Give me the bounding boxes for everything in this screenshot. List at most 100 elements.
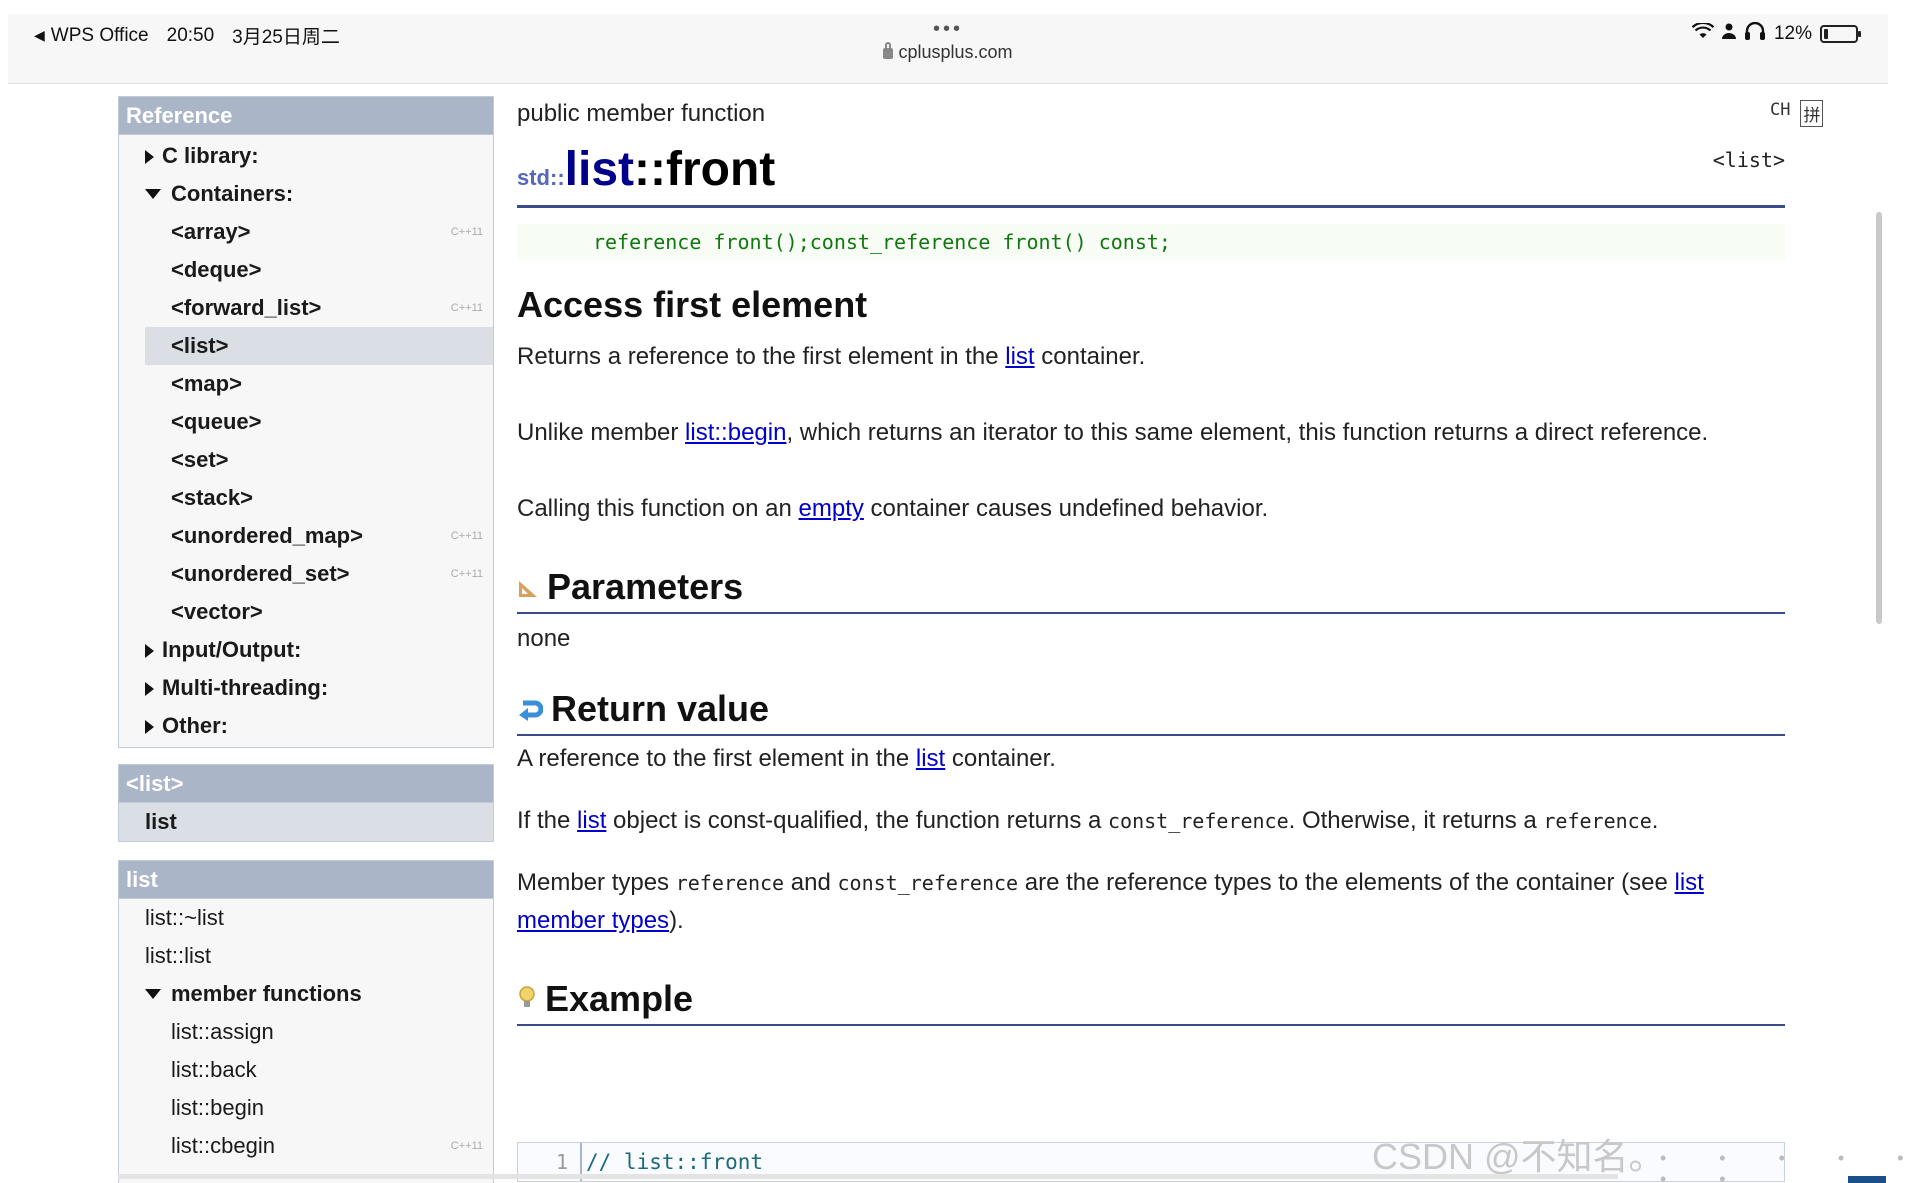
sidebar-item-multi-threading[interactable]: Multi-threading: xyxy=(119,669,493,707)
sidebar-item-set[interactable]: <set> xyxy=(119,441,493,479)
url-text[interactable]: cplusplus.com xyxy=(898,42,1012,62)
text: Returns a reference to the first element… xyxy=(517,343,1006,370)
member-kind: public member function xyxy=(517,100,766,127)
text: object is const-qualified, the function … xyxy=(606,807,1108,834)
member-item-constructor[interactable]: list::list xyxy=(119,937,493,975)
sidebar-item-label: <vector> xyxy=(171,599,263,624)
sidebar-item-array[interactable]: <array> C++11 xyxy=(119,213,493,251)
text: container. xyxy=(945,745,1056,772)
sidebar-item-label: <queue> xyxy=(171,409,262,434)
person-icon xyxy=(1721,23,1736,45)
ime-toolbar: CH 拼 xyxy=(1770,100,1824,127)
sidebar-item-other[interactable]: Other: xyxy=(119,707,493,745)
text: . Otherwise, it returns a xyxy=(1288,807,1544,834)
return-value-title: Return value xyxy=(551,688,770,729)
list-link[interactable]: list xyxy=(1005,343,1034,370)
parameters-text: none xyxy=(517,625,571,652)
cpp11-badge: C++11 xyxy=(450,1140,483,1152)
ime-pinyin-button[interactable]: 拼 xyxy=(1800,100,1824,127)
code-const-reference: const_reference xyxy=(1108,809,1289,833)
namespace-prefix[interactable]: std:: xyxy=(517,165,565,191)
url-bar[interactable]: cplusplus.com xyxy=(8,42,1888,63)
reference-heading[interactable]: Reference xyxy=(119,97,493,135)
scrollbar[interactable] xyxy=(1876,212,1882,624)
header-panel-heading[interactable]: <list> xyxy=(119,765,493,803)
collapse-triangle-icon[interactable] xyxy=(145,189,161,199)
sidebar-item-queue[interactable]: <queue> xyxy=(119,403,493,441)
list-link[interactable]: list xyxy=(577,807,606,834)
sidebar-item-label: Other: xyxy=(162,713,228,738)
header-panel-item-list[interactable]: list xyxy=(119,803,493,841)
description-title: Access first element xyxy=(517,284,868,325)
more-dots-icon[interactable]: ••• xyxy=(8,18,1888,40)
page-title: std:: list ::front xyxy=(517,142,1785,197)
sidebar-item-map[interactable]: <map> xyxy=(119,365,493,403)
list-link[interactable]: list xyxy=(916,745,945,772)
bottom-scroll-strip xyxy=(118,1174,1618,1179)
text: ). xyxy=(669,907,684,934)
sidebar-item-label: <map> xyxy=(171,371,242,396)
description-p1: Returns a reference to the first element… xyxy=(517,338,1785,376)
text: are the reference types to the elements … xyxy=(1018,869,1675,896)
member-group-functions[interactable]: member functions xyxy=(119,975,493,1013)
sidebar-item-label: C library: xyxy=(162,143,259,168)
expand-triangle-icon[interactable] xyxy=(145,644,154,658)
sidebar-item-label: <unordered_map> xyxy=(171,523,363,548)
lock-icon xyxy=(883,42,894,59)
text: container causes undefined behavior. xyxy=(863,495,1269,522)
list-begin-link[interactable]: list::begin xyxy=(685,419,786,446)
function-name: ::front xyxy=(634,143,776,196)
sidebar-item-label: <list> xyxy=(171,333,229,358)
sidebar-item-stack[interactable]: <stack> xyxy=(119,479,493,517)
class-name-link[interactable]: list xyxy=(565,142,634,197)
header-panel: <list> list xyxy=(118,764,494,842)
reference-panel: Reference C library: Containers: <array>… xyxy=(118,96,494,748)
sidebar-item-label: Containers: xyxy=(171,181,294,206)
address-area: ••• cplusplus.com xyxy=(8,18,1888,63)
member-item-label: list::begin xyxy=(171,1095,264,1120)
sidebar-item-unordered-set[interactable]: <unordered_set> C++11 xyxy=(119,555,493,593)
member-item-label: list::~list xyxy=(145,905,224,930)
sidebar-item-label: Multi-threading: xyxy=(162,675,329,700)
sidebar-item-containers[interactable]: Containers: xyxy=(119,175,493,213)
sidebar-item-vector[interactable]: <vector> xyxy=(119,593,493,631)
wifi-icon xyxy=(1691,21,1715,45)
member-item-begin[interactable]: list::begin xyxy=(119,1089,493,1127)
expand-triangle-icon[interactable] xyxy=(145,150,154,164)
sidebar-item-input-output[interactable]: Input/Output: xyxy=(119,631,493,669)
ime-ch-button[interactable]: CH xyxy=(1770,100,1790,127)
sidebar-item-forward-list[interactable]: <forward_list> C++11 xyxy=(119,289,493,327)
prototype-box: reference front();const_reference front(… xyxy=(517,224,1785,260)
expand-triangle-icon[interactable] xyxy=(145,682,154,696)
member-item-back[interactable]: list::back xyxy=(119,1051,493,1089)
sidebar-item-label: <forward_list> xyxy=(171,295,322,320)
sidebar-item-c-library[interactable]: C library: xyxy=(119,137,493,175)
text: . xyxy=(1651,807,1659,834)
empty-link[interactable]: empty xyxy=(799,495,864,522)
sidebar-item-deque[interactable]: <deque> xyxy=(119,251,493,289)
headphones-icon xyxy=(1744,21,1766,46)
code-reference: reference xyxy=(675,871,785,895)
sidebar-item-unordered-map[interactable]: <unordered_map> C++11 xyxy=(119,517,493,555)
expand-triangle-icon[interactable] xyxy=(145,720,154,734)
member-item-label: list::back xyxy=(171,1057,257,1082)
watermark: CSDN @不知名。 xyxy=(1372,1136,1665,1177)
sidebar-item-label: <stack> xyxy=(171,485,253,510)
text: A reference to the first element in the xyxy=(517,745,916,772)
member-item-assign[interactable]: list::assign xyxy=(119,1013,493,1051)
code-const-reference: const_reference xyxy=(837,871,1019,895)
member-item-destructor[interactable]: list::~list xyxy=(119,899,493,937)
example-heading: Example xyxy=(517,978,1785,1026)
sidebar-item-list[interactable]: <list> xyxy=(145,327,493,365)
return-value-heading: Return value xyxy=(517,688,1785,736)
sidebar-item-label: <set> xyxy=(171,447,229,472)
text: If the xyxy=(517,807,578,834)
corner-mark xyxy=(1848,1176,1886,1183)
title-divider xyxy=(517,205,1785,208)
battery-icon xyxy=(1820,25,1861,43)
members-heading[interactable]: list xyxy=(119,861,493,899)
member-item-cbegin[interactable]: list::cbegin C++11 xyxy=(119,1127,493,1165)
collapse-triangle-icon[interactable] xyxy=(145,989,161,999)
parameters-title: Parameters xyxy=(547,566,744,607)
text: container. xyxy=(1034,343,1146,370)
